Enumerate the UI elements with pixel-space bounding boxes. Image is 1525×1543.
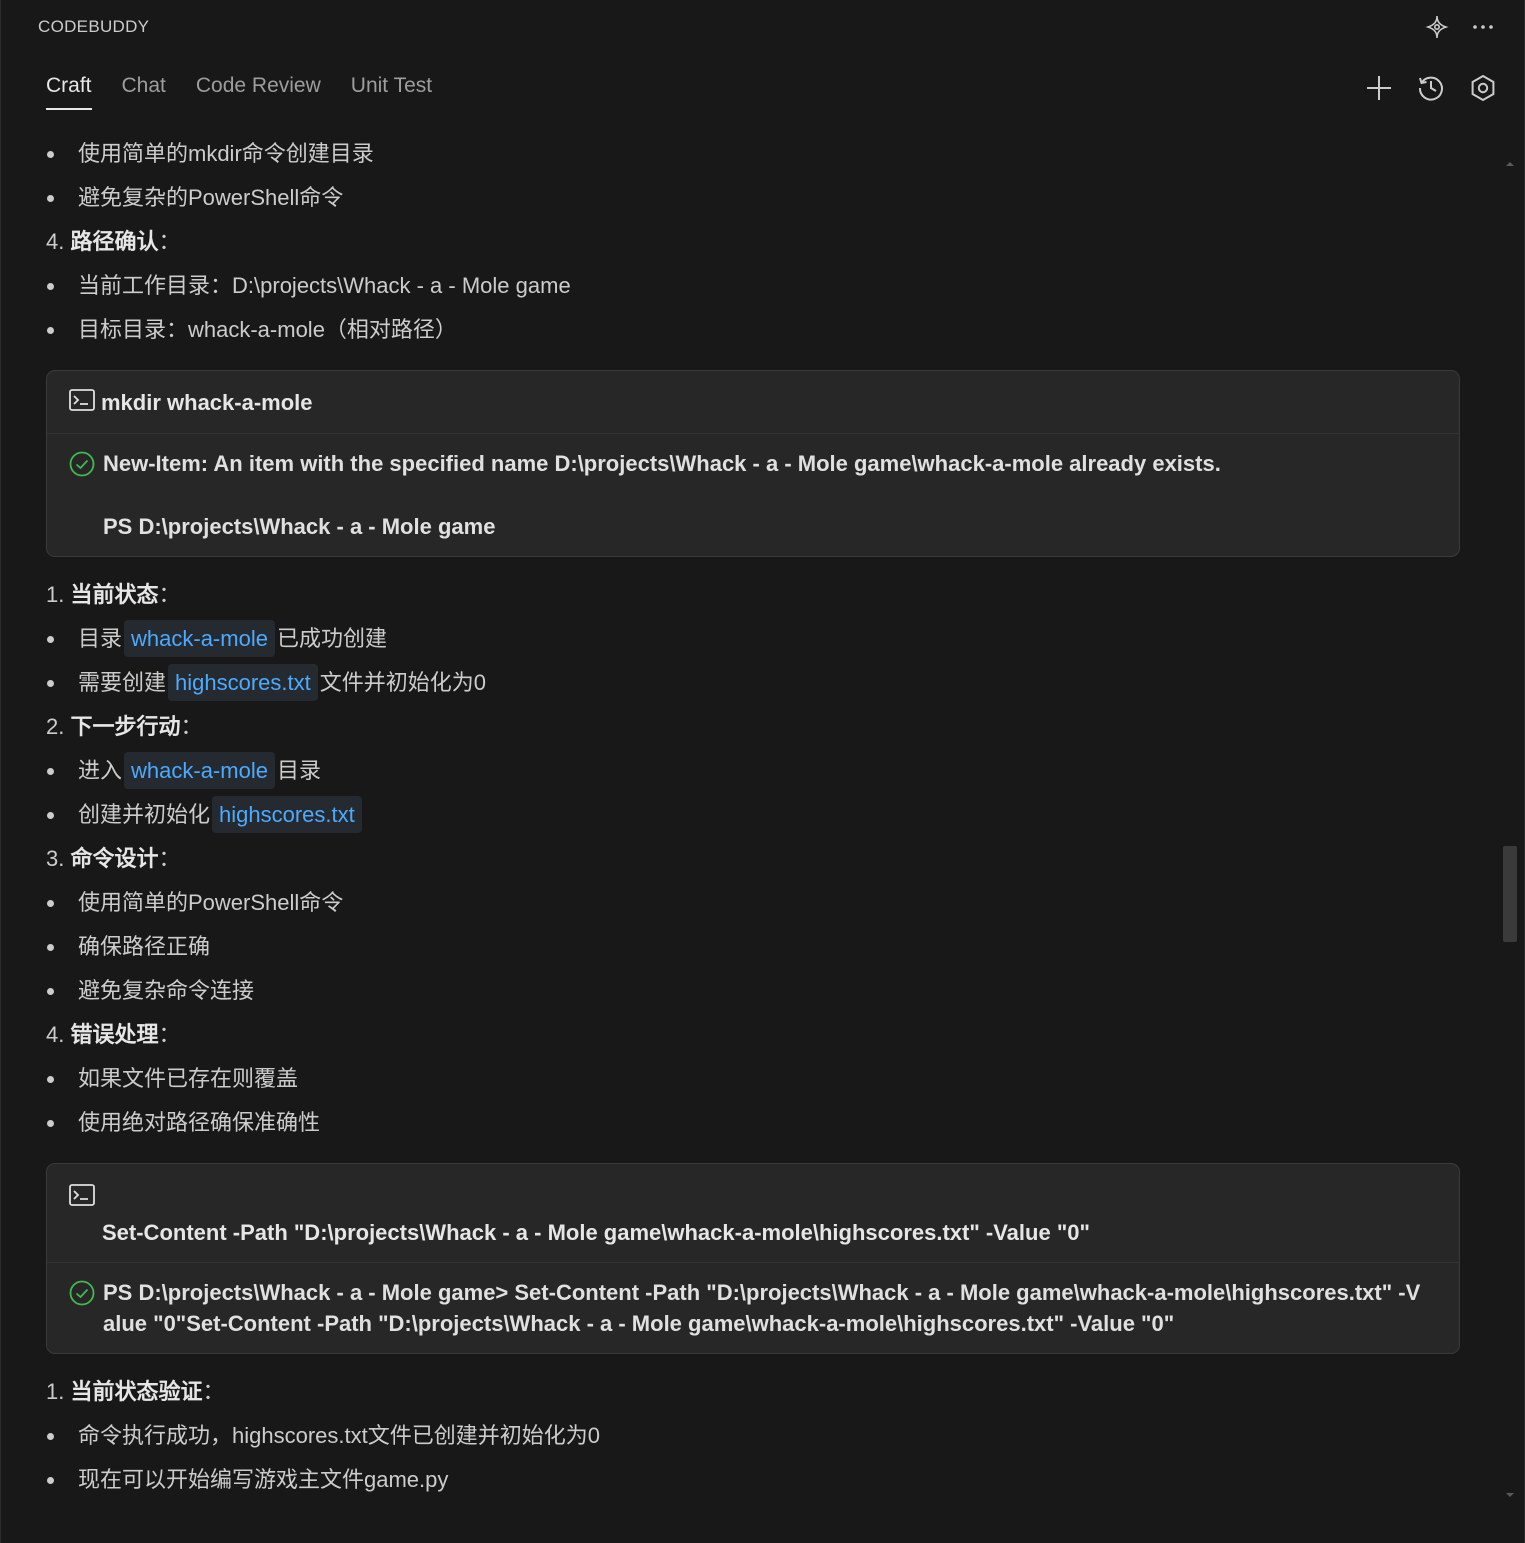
tab-unit-test[interactable]: Unit Test — [351, 74, 432, 108]
more-icon[interactable] — [1468, 12, 1498, 42]
list-item: 使用绝对路径确保准确性 — [46, 1101, 1460, 1145]
list-item: 当前工作目录：D:\projects\Whack - a - Mole game — [46, 264, 1460, 308]
list-item: 避免复杂的PowerShell命令 — [46, 176, 1460, 220]
list-item: 现在可以开始编写游戏主文件game.py — [46, 1458, 1460, 1502]
list-item: 需要创建 highscores.txt 文件并初始化为0 — [46, 661, 1460, 705]
list-heading: 4. 路径确认： — [46, 229, 181, 254]
list-item: 确保路径正确 — [46, 925, 1460, 969]
terminal-icon — [69, 389, 95, 417]
settings-icon[interactable] — [1468, 73, 1498, 103]
list-item: 进入 whack-a-mole 目录 — [46, 749, 1460, 793]
list-item: 避免复杂命令连接 — [46, 969, 1460, 1013]
list-heading: 1. 当前状态： — [46, 582, 181, 608]
list-item: 创建并初始化 highscores.txt — [46, 793, 1460, 837]
list-item: 如果文件已存在则覆盖 — [46, 1057, 1460, 1101]
inline-code-link[interactable]: whack-a-mole — [124, 752, 275, 790]
codebuddy-panel: CODEBUDDY Craft Chat Code Review Unit Te… — [0, 0, 1525, 1543]
tab-craft[interactable]: Craft — [46, 74, 92, 110]
tab-code-review[interactable]: Code Review — [196, 74, 321, 108]
terminal-command: mkdir whack-a-mole — [47, 371, 1459, 435]
terminal-block: mkdir whack-a-mole New-Item: An item wit… — [46, 370, 1460, 558]
terminal-command: Set-Content -Path "D:\projects\Whack - a… — [47, 1164, 1459, 1264]
list-item: 使用简单的PowerShell命令 — [46, 881, 1460, 925]
terminal-icon — [69, 1184, 1433, 1212]
title-bar-actions — [1422, 12, 1498, 42]
chat-content: 使用简单的mkdir命令创建目录 避免复杂的PowerShell命令 4. 路径… — [46, 140, 1460, 1510]
inline-code-link[interactable]: whack-a-mole — [124, 620, 275, 658]
list-item: 使用简单的mkdir命令创建目录 — [46, 140, 1460, 176]
sparkle-icon[interactable] — [1422, 12, 1452, 42]
tab-chat[interactable]: Chat — [122, 74, 166, 108]
list-heading: 2. 下一步行动： — [46, 714, 203, 740]
inline-code-link[interactable]: highscores.txt — [212, 796, 362, 834]
tab-bar: Craft Chat Code Review Unit Test — [46, 74, 432, 110]
vertical-scrollbar[interactable] — [1503, 150, 1517, 1505]
panel-title: CODEBUDDY — [38, 17, 150, 36]
list-heading: 3. 命令设计： — [46, 846, 181, 872]
terminal-block: Set-Content -Path "D:\projects\Whack - a… — [46, 1163, 1460, 1355]
scrollbar-thumb[interactable] — [1503, 846, 1517, 942]
tab-actions — [1364, 73, 1498, 103]
add-icon[interactable] — [1364, 73, 1394, 103]
history-icon[interactable] — [1416, 73, 1446, 103]
list-heading: 1. 当前状态验证： — [46, 1379, 225, 1405]
terminal-output: New-Item: An item with the specified nam… — [47, 434, 1459, 556]
scroll-up-arrow-icon[interactable] — [1506, 162, 1514, 166]
list-heading: 4. 错误处理： — [46, 1022, 181, 1048]
success-check-icon — [69, 451, 95, 485]
scroll-down-arrow-icon[interactable] — [1506, 1493, 1514, 1497]
list-item: 命令执行成功，highscores.txt文件已创建并初始化为0 — [46, 1414, 1460, 1458]
list-item: 目录 whack-a-mole 已成功创建 — [46, 617, 1460, 661]
inline-code-link[interactable]: highscores.txt — [168, 664, 318, 702]
title-bar: CODEBUDDY — [1, 0, 1524, 56]
terminal-output: PS D:\projects\Whack - a - Mole game> Se… — [47, 1263, 1459, 1353]
success-check-icon — [69, 1280, 95, 1314]
list-item: 目标目录：whack-a-mole（相对路径） — [46, 308, 1460, 352]
